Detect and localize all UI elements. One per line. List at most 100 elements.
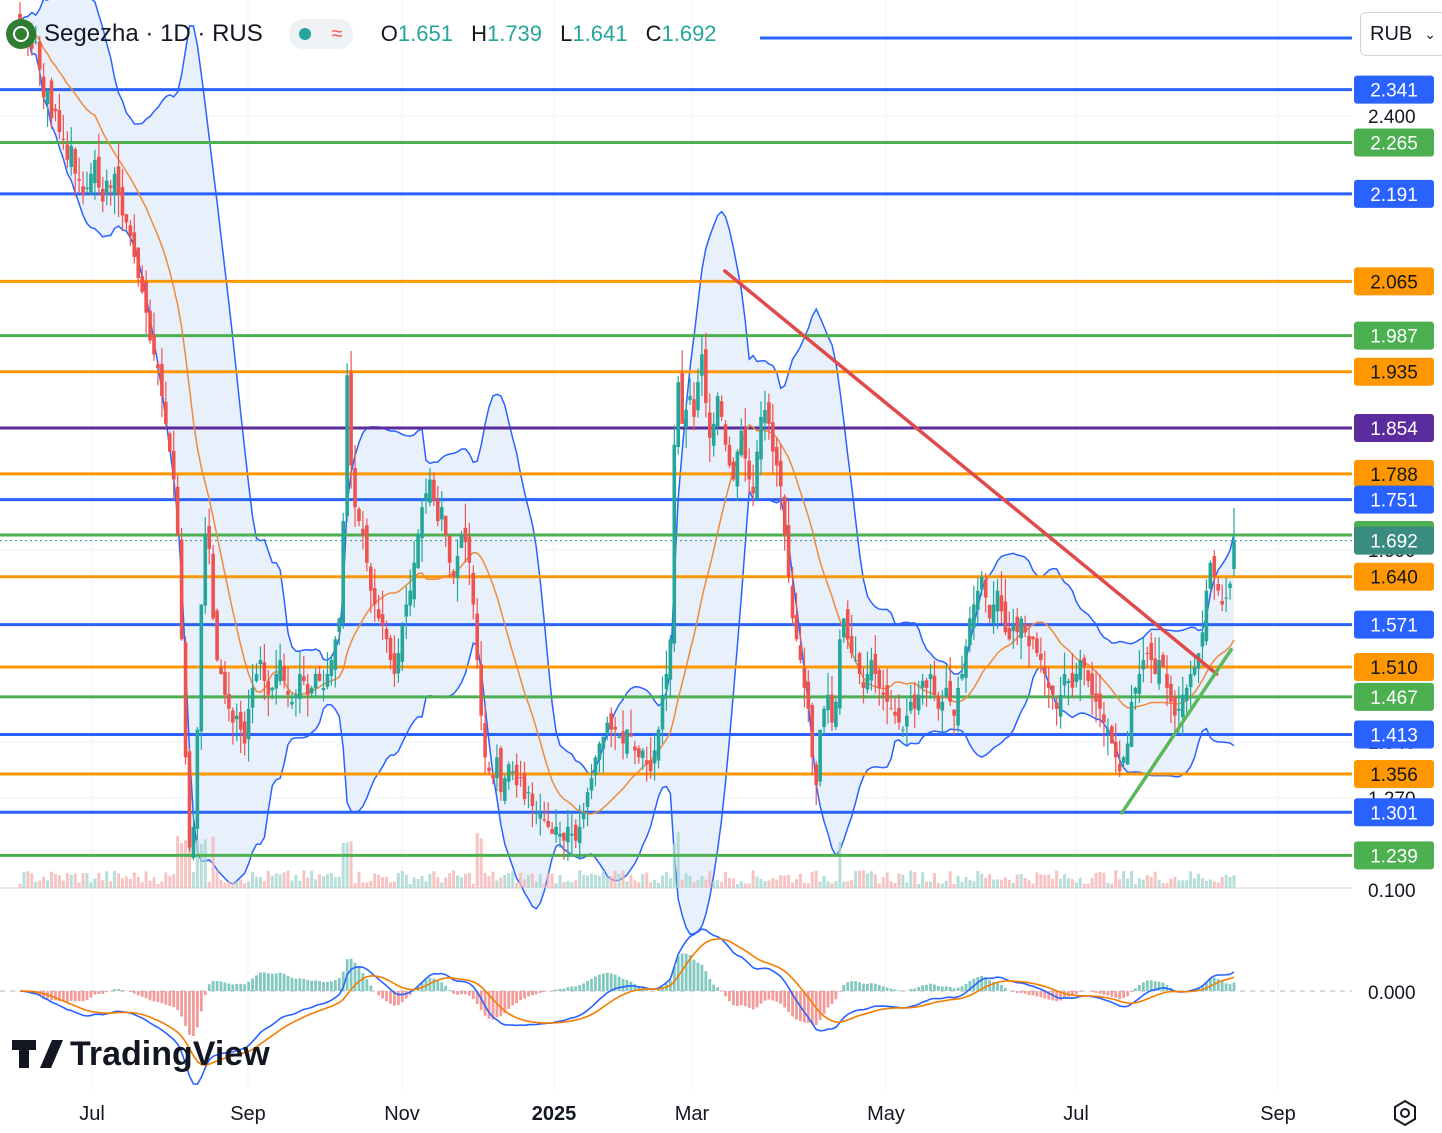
- macd-histogram-bar: [440, 982, 443, 991]
- candle-body: [46, 90, 50, 104]
- candle-body: [1201, 632, 1205, 646]
- macd-histogram-bar: [594, 977, 597, 991]
- volume-bar: [66, 873, 69, 888]
- candle-body: [294, 695, 298, 699]
- macd-histogram-bar: [523, 991, 526, 999]
- candle-body: [814, 764, 818, 785]
- macd-histogram-bar: [835, 991, 838, 999]
- candle-body: [684, 410, 688, 428]
- macd-histogram-bar: [1091, 991, 1094, 992]
- candle-body: [1165, 674, 1169, 688]
- candle-body: [160, 364, 164, 396]
- candle-body: [515, 765, 519, 786]
- volume-bar: [842, 882, 845, 888]
- macd-histogram-bar: [882, 986, 885, 991]
- candle-body: [62, 139, 66, 140]
- candle-body: [192, 827, 196, 858]
- candle-body: [680, 373, 684, 423]
- macd-histogram-bar: [771, 991, 774, 1000]
- chart-area[interactable]: 2.4001.6001.3401.2701.2100.1000.0002.341…: [0, 0, 1442, 1128]
- candle-body: [207, 526, 211, 549]
- macd-histogram-bar: [693, 960, 696, 991]
- indicator-pill[interactable]: ≈: [289, 19, 353, 49]
- volume-bar: [740, 881, 743, 888]
- volume-bar: [791, 882, 794, 888]
- candle-body: [393, 653, 397, 674]
- macd-histogram-bar: [164, 991, 167, 1005]
- volume-bar: [1071, 879, 1074, 888]
- candle-body: [594, 757, 598, 775]
- candle-body: [349, 373, 353, 466]
- macd-histogram-bar: [1063, 991, 1066, 998]
- volume-bar: [1000, 880, 1003, 888]
- volume-bar: [105, 871, 108, 888]
- macd-histogram-bar: [941, 987, 944, 991]
- candle-body: [353, 468, 357, 507]
- segezha-logo-icon[interactable]: [6, 19, 36, 49]
- candle-body: [519, 777, 523, 778]
- volume-bar: [444, 877, 447, 888]
- level-price-label: 1.788: [1370, 465, 1418, 486]
- volume-bar: [594, 875, 597, 888]
- volume-bar: [196, 840, 199, 888]
- candle-body: [223, 672, 227, 695]
- volume-bar: [86, 873, 89, 888]
- candle-body: [866, 674, 870, 689]
- candle-body: [255, 674, 259, 681]
- candle-body: [637, 748, 641, 757]
- macd-histogram-bar: [105, 991, 108, 992]
- candle-body: [495, 757, 499, 778]
- macd-histogram-bar: [819, 991, 822, 1020]
- candle-body: [1114, 742, 1118, 758]
- volume-bar: [1095, 873, 1098, 888]
- candle-body: [558, 834, 562, 837]
- macd-histogram-bar: [1233, 983, 1236, 991]
- candle-body: [424, 493, 428, 500]
- volume-bar: [570, 882, 573, 888]
- candle-body: [1157, 660, 1161, 684]
- macd-histogram-bar: [1079, 991, 1082, 992]
- volume-bar: [811, 872, 814, 888]
- candle-body: [1220, 601, 1224, 605]
- candle-body: [747, 461, 751, 480]
- candle-body: [665, 674, 669, 689]
- volume-bar: [1146, 875, 1149, 888]
- macd-histogram-bar: [432, 978, 435, 991]
- price-chart[interactable]: 2.4001.6001.3401.2701.2100.1000.0002.341…: [0, 0, 1442, 1128]
- macd-histogram-bar: [811, 991, 814, 1024]
- volume-bar: [381, 877, 384, 888]
- volume-bar: [488, 876, 491, 888]
- currency-button[interactable]: RUB ⌄: [1360, 12, 1442, 56]
- macd-histogram-bar: [866, 984, 869, 991]
- volume-bar: [448, 873, 451, 888]
- macd-histogram-bar: [566, 987, 569, 991]
- macd-histogram-bar: [752, 991, 755, 1009]
- candle-body: [468, 537, 472, 563]
- level-price-label: 1.935: [1370, 363, 1418, 384]
- volume-bar: [109, 881, 112, 888]
- macd-histogram-bar: [732, 991, 735, 1005]
- candle-body: [542, 819, 546, 820]
- level-price-label: 1.854: [1370, 419, 1418, 440]
- macd-histogram-bar: [724, 991, 727, 996]
- candle-body: [799, 645, 803, 660]
- volume-bar: [460, 877, 463, 888]
- currency-label: RUB: [1370, 23, 1412, 46]
- volume-bar: [957, 876, 960, 888]
- settings-gear-icon[interactable]: [1390, 1098, 1420, 1128]
- candle-body: [310, 688, 314, 694]
- macd-histogram-bar: [622, 979, 625, 991]
- candle-body: [1118, 764, 1122, 771]
- candle-body: [1161, 655, 1165, 667]
- macd-histogram-bar: [555, 990, 558, 991]
- symbol-title[interactable]: Segezha · 1D · RUS: [44, 20, 263, 48]
- volume-bar: [653, 880, 656, 888]
- macd-histogram-bar: [870, 983, 873, 991]
- candle-body: [247, 709, 251, 740]
- bollinger-bands: [20, 0, 1234, 934]
- volume-bar: [184, 840, 187, 888]
- volume-bar: [393, 881, 396, 888]
- macd-histogram-bar: [1106, 991, 1109, 996]
- volume-bar: [227, 882, 230, 888]
- candle-body: [1027, 636, 1031, 646]
